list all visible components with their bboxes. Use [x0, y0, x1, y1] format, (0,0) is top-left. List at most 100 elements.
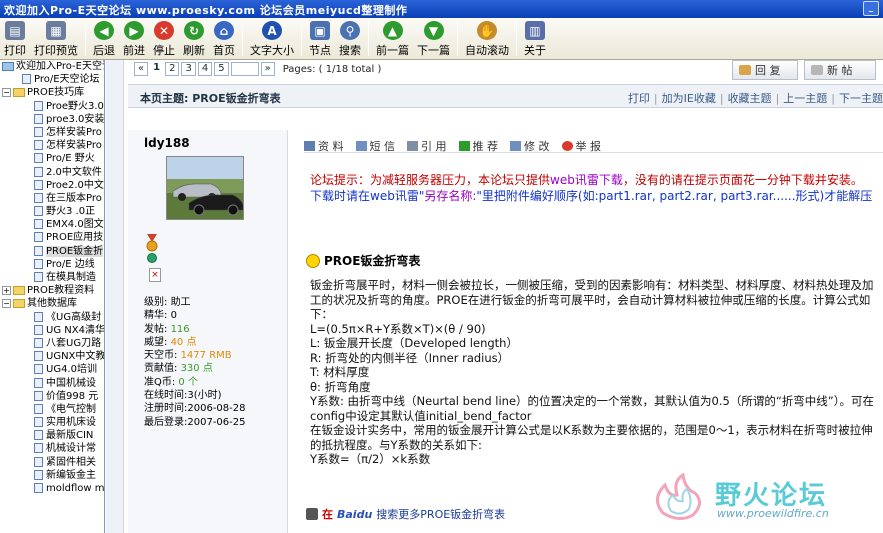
expand-icon[interactable]: +	[2, 285, 11, 295]
tree-item[interactable]: 《电气控制	[0, 403, 104, 416]
tree-item[interactable]: proe3.0安装	[0, 113, 104, 126]
tree-item[interactable]: Proe野火3.0	[0, 100, 104, 113]
next-topic-link[interactable]: 下一主题	[839, 92, 883, 105]
tree-item[interactable]: 在模具制造	[0, 271, 104, 284]
back-button[interactable]: ◀ 后退	[89, 18, 119, 58]
tree-item[interactable]: − 其他数据库	[0, 297, 104, 310]
tree-item[interactable]: EMX4.0图文	[0, 218, 104, 231]
bookmark-topic-link[interactable]: 收藏主题	[728, 92, 772, 105]
tree-item[interactable]: Proe2.0中文	[0, 179, 104, 192]
about-label: 关于	[524, 44, 546, 57]
prev-topic-link[interactable]: 上一主题	[783, 92, 827, 105]
tree-item[interactable]: 野火3 .0正	[0, 205, 104, 218]
notice-link-thunder[interactable]: web讯雷下载	[550, 173, 623, 187]
pager-page-5[interactable]: 5	[214, 62, 229, 76]
up-arrow-icon: ▲	[382, 21, 403, 40]
tree-item[interactable]: PROE钣金折	[0, 245, 104, 258]
tree-item[interactable]: 《UG高级封	[0, 311, 104, 324]
about-button[interactable]: ▥ 关于	[520, 18, 550, 58]
print-link[interactable]: 打印	[628, 92, 650, 105]
username[interactable]: ldy188	[144, 136, 190, 150]
document-icon	[34, 324, 43, 335]
print-preview-button[interactable]: ▦ 打印预览	[30, 18, 82, 58]
refresh-button[interactable]: ↻ 刷新	[179, 18, 209, 58]
document-icon	[34, 219, 43, 230]
document-icon	[34, 351, 43, 362]
tree-item[interactable]: PROE应用技	[0, 231, 104, 244]
tree-item[interactable]: − PROE技巧库	[0, 86, 104, 99]
tree-item[interactable]: 最新版CIN	[0, 429, 104, 442]
reply-button[interactable]: 回 复	[732, 60, 798, 80]
user-stats: 级别: 助工 精华: 0 发帖: 116 威望: 40 点天空币: 1477 RMB 贡…	[144, 296, 246, 429]
collapse-icon[interactable]: −	[2, 87, 11, 97]
post-paragraph: T: 材料厚度	[310, 365, 370, 379]
user-stat-value: 116	[170, 323, 190, 335]
toolbar-separator	[457, 22, 458, 56]
tree-item[interactable]: 欢迎加入Pro-E天空论坛	[0, 60, 104, 73]
search-label: 搜索	[339, 44, 361, 57]
pager-page-1[interactable]: 1	[150, 62, 164, 76]
next-page-button[interactable]: ▼ 下一篇	[413, 18, 454, 58]
add-favorite-link[interactable]: 加为IE收藏	[662, 92, 716, 105]
collapse-icon[interactable]: −	[2, 298, 11, 308]
user-stat-row: 级别: 助工	[144, 296, 246, 309]
pager-next-button[interactable]: »	[260, 62, 275, 76]
tree-item[interactable]: 怎样安装Pro	[0, 126, 104, 139]
tree-item[interactable]: Pro/E天空论坛	[0, 73, 104, 86]
search-button[interactable]: ⚲ 搜索	[335, 18, 365, 58]
topic-tree[interactable]: 欢迎加入Pro-E天空论坛 Pro/E天空论坛 − PROE技巧库Proe野火3.0p…	[0, 60, 105, 533]
tree-item[interactable]: 2.0中文软件	[0, 166, 104, 179]
tree-item-label: proe3.0安装	[46, 113, 104, 125]
tree-item[interactable]: 紧固件相关	[0, 456, 104, 469]
tree-item-label: 在模具制造	[46, 272, 96, 283]
document-icon	[34, 126, 43, 137]
tree-item[interactable]: Pro/E 野火	[0, 152, 104, 165]
nodes-button[interactable]: ▣ 节点	[305, 18, 335, 58]
tree-item[interactable]: + PROE教程资料	[0, 284, 104, 297]
window-controls: _	[863, 1, 879, 16]
tree-item[interactable]: 价值998 元	[0, 390, 104, 403]
document-icon	[34, 403, 43, 414]
tree-item[interactable]: UG4.0培训	[0, 363, 104, 376]
tree-item[interactable]: 八套UG刀路	[0, 337, 104, 350]
user-stat-label: 威望:	[144, 336, 171, 348]
baidu-search-link[interactable]: 在 Baidu 搜索更多PROE钣金折弯表	[306, 506, 505, 522]
pager-jump-input[interactable]	[230, 62, 259, 76]
speaker-icon	[306, 508, 318, 520]
forum-notice: 论坛提示：为减轻服务器压力，本论坛只提供web讯雷下载，没有的请在提示页面花一分…	[310, 172, 880, 204]
tree-item[interactable]: 怎样安装Pro	[0, 139, 104, 152]
minimize-icon[interactable]: _	[863, 1, 879, 16]
stop-button[interactable]: ✕ 停止	[149, 18, 179, 58]
pager-page-2[interactable]: 2	[165, 62, 180, 76]
post-paragraph: L=(0.5π×R+Y系数×T)×(θ / 90)	[310, 321, 486, 336]
post-paragraph: Y系数=（π/2）×k系数	[310, 452, 431, 466]
stop-label: 停止	[153, 44, 175, 57]
user-stat-value: 1477 RMB	[180, 350, 232, 362]
book-icon: ▥	[525, 21, 545, 40]
print-button[interactable]: ▤ 打印	[0, 18, 30, 58]
tree-item[interactable]: 实用机床设	[0, 416, 104, 429]
home-button[interactable]: ⌂ 首页	[209, 18, 239, 58]
tree-item[interactable]: 在三版本Pro	[0, 192, 104, 205]
tree-item-label: 价值998 元	[46, 390, 99, 402]
tree-item[interactable]: moldflow m	[0, 482, 104, 495]
tree-item[interactable]: 新编钣金主	[0, 469, 104, 482]
tree-item[interactable]: 中国机械设	[0, 377, 104, 390]
prev-page-button[interactable]: ▲ 前一篇	[372, 18, 413, 58]
toolbar-separator	[368, 22, 369, 56]
pager-prev-button[interactable]: «	[134, 62, 149, 76]
footer-more[interactable]: 搜索更多PROE钣金折弯表	[376, 506, 505, 522]
tree-item-label: 《电气控制	[46, 403, 96, 415]
window-title-bar: 欢迎加入Pro-E天空论坛 www.proesky.com 论坛会员meiyuc…	[0, 0, 883, 18]
new-post-button[interactable]: 新 帖	[804, 60, 876, 80]
auto-scroll-button[interactable]: ✋ 自动滚动	[461, 18, 513, 58]
tree-item[interactable]: Pro/E 边线	[0, 258, 104, 271]
font-size-button[interactable]: A 文字大小	[246, 18, 298, 58]
pager-page-4[interactable]: 4	[197, 62, 213, 76]
tree-item[interactable]: UG NX4清华	[0, 324, 104, 337]
tree-item[interactable]: UGNX中文教	[0, 350, 104, 363]
tree-item[interactable]: 机械设计常	[0, 442, 104, 455]
window-title: 欢迎加入Pro-E天空论坛 www.proesky.com 论坛会员meiyuc…	[4, 4, 408, 17]
forward-button[interactable]: ▶ 前进	[119, 18, 149, 58]
pager-page-3[interactable]: 3	[181, 62, 196, 76]
